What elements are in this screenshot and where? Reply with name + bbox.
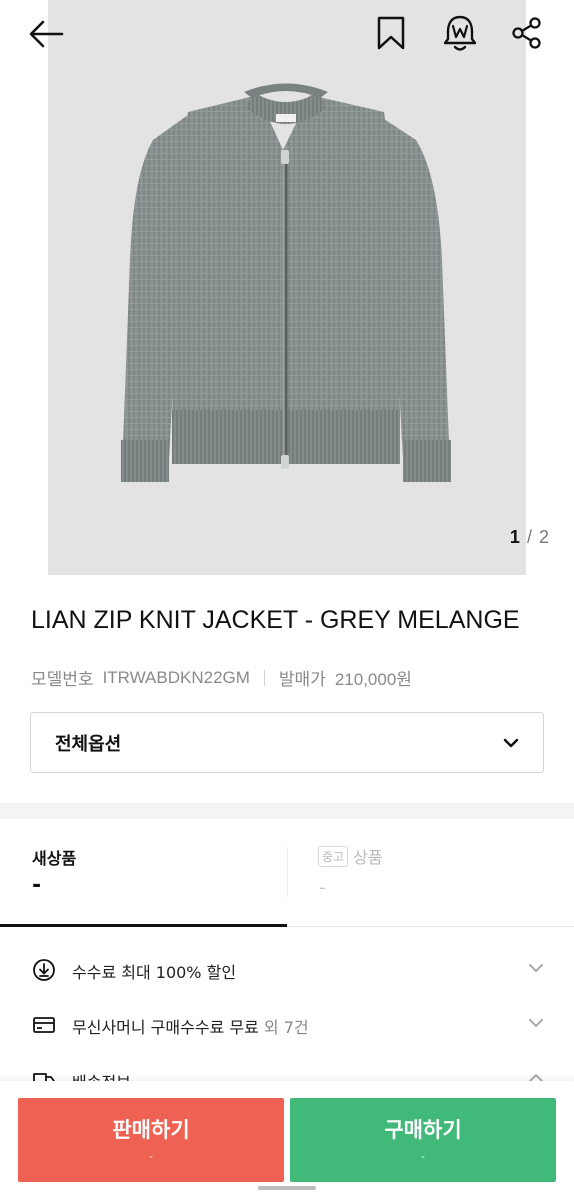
back-button[interactable]: [26, 16, 66, 52]
fee-discount-row[interactable]: 수수료 최대 100% 할인: [0, 942, 574, 998]
tab-new-product[interactable]: 새상품 -: [0, 819, 287, 927]
coin-download-icon: [33, 959, 55, 981]
product-image[interactable]: [48, 0, 526, 575]
release-price-label: 발매가: [278, 670, 326, 689]
gallery-separator: /: [526, 527, 533, 547]
release-price-value: 210,000원: [334, 670, 412, 689]
bookmark-button[interactable]: [374, 14, 408, 52]
model-number-value: ITRWABDKN22GM: [102, 667, 250, 687]
chevron-down-icon: [529, 964, 543, 972]
price-alert-button[interactable]: [440, 12, 480, 54]
tab-used-product[interactable]: 중고 상품 -: [287, 819, 574, 927]
sell-button[interactable]: 판매하기 -: [18, 1098, 284, 1182]
bell-w-icon: [443, 15, 477, 51]
gallery-total: 2: [538, 527, 550, 547]
tab-used-label-wrap: 중고 상품: [318, 844, 383, 868]
product-meta: 모델번호 ITRWABDKN22GM 발매가 210,000원: [31, 665, 412, 690]
jacket-illustration: [121, 83, 451, 482]
sell-button-price: -: [149, 1150, 153, 1163]
share-button[interactable]: [508, 14, 546, 52]
bookmark-icon: [377, 16, 405, 50]
tab-new-price: -: [32, 873, 42, 898]
action-bar: 판매하기 - 구매하기 -: [0, 1081, 574, 1200]
arrow-left-icon: [29, 20, 64, 48]
card-icon: [33, 1017, 55, 1033]
buy-button-label: 구매하기: [384, 1118, 462, 1142]
tab-used-price: -: [319, 877, 326, 898]
share-icon: [512, 17, 541, 49]
tab-used-label: 상품: [353, 848, 383, 867]
fee-discount-text: 수수료 최대 100% 할인: [72, 963, 237, 982]
chevron-down-icon: [529, 1019, 543, 1027]
buy-button-price: -: [421, 1150, 425, 1163]
chevron-down-icon: [503, 738, 519, 747]
options-select[interactable]: 전체옵션: [30, 712, 544, 773]
condition-tabs: 새상품 - 중고 상품 -: [0, 819, 574, 927]
money-fee-row[interactable]: 무신사머니 구매수수료 무료 외 7건: [0, 997, 574, 1053]
top-bar: [0, 0, 574, 70]
product-title: LIAN ZIP KNIT JACKET - GREY MELANGE: [31, 606, 520, 634]
money-fee-text-wrap: 무신사머니 구매수수료 무료 외 7건: [72, 1014, 309, 1038]
meta-divider: [263, 669, 265, 686]
money-fee-text: 무신사머니 구매수수료 무료: [72, 1018, 259, 1037]
gallery-counter: 1 / 2: [510, 527, 550, 548]
model-number-label: 모델번호: [31, 670, 94, 689]
buy-button[interactable]: 구매하기 -: [290, 1098, 556, 1182]
gallery-current: 1: [509, 527, 521, 547]
used-badge: 중고: [318, 845, 349, 867]
sell-button-label: 판매하기: [112, 1118, 190, 1142]
money-fee-more: 외 7건: [258, 1018, 309, 1037]
section-divider: [0, 803, 574, 819]
tab-new-label: 새상품: [32, 849, 77, 868]
home-indicator[interactable]: [258, 1186, 316, 1190]
options-label: 전체옵션: [55, 733, 122, 755]
product-gallery[interactable]: 1 / 2: [0, 0, 574, 575]
